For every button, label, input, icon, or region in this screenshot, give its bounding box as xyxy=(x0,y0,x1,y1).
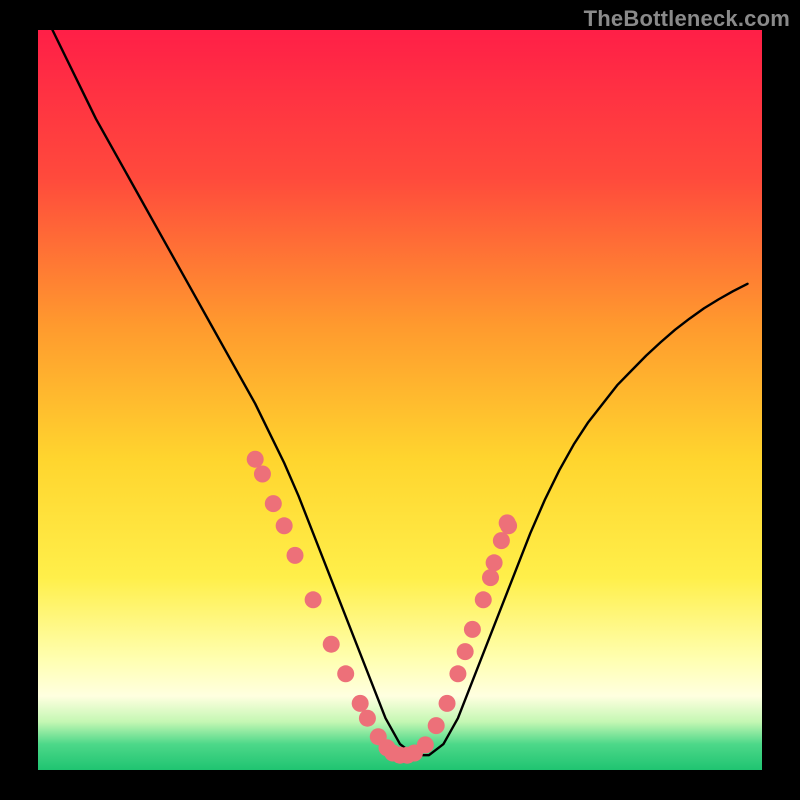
data-point xyxy=(265,495,282,512)
data-point xyxy=(247,451,264,468)
data-point xyxy=(475,591,492,608)
data-point xyxy=(359,710,376,727)
data-point xyxy=(482,569,499,586)
data-point xyxy=(287,547,304,564)
data-point xyxy=(486,554,503,571)
data-point xyxy=(305,591,322,608)
data-point xyxy=(337,665,354,682)
data-point xyxy=(439,695,456,712)
bottleneck-chart xyxy=(0,0,800,800)
data-point xyxy=(323,636,340,653)
data-point xyxy=(417,736,434,753)
data-point xyxy=(464,621,481,638)
watermark-text: TheBottleneck.com xyxy=(584,6,790,32)
data-point xyxy=(254,466,271,483)
data-point xyxy=(499,514,516,531)
data-point xyxy=(493,532,510,549)
plot-background xyxy=(38,30,762,770)
data-point xyxy=(352,695,369,712)
data-point xyxy=(449,665,466,682)
data-point xyxy=(276,517,293,534)
data-point xyxy=(457,643,474,660)
chart-container: TheBottleneck.com xyxy=(0,0,800,800)
data-point xyxy=(428,717,445,734)
